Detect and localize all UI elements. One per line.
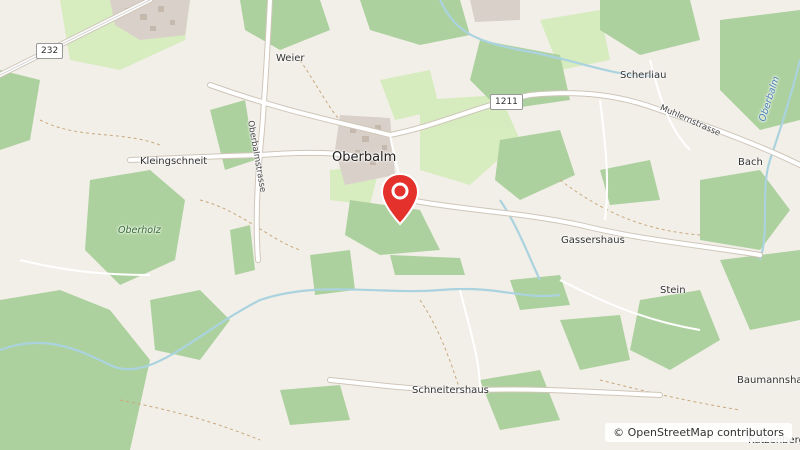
attribution-text: © OpenStreetMap contributors bbox=[613, 426, 784, 439]
place-label-gassershaus: Gassershaus bbox=[561, 235, 625, 246]
map-canvas[interactable]: 232 1211 Weier Scherliau Oberbalm Kleing… bbox=[0, 0, 800, 450]
wood-label-oberholz: Oberholz bbox=[118, 225, 161, 236]
attribution-link[interactable]: © OpenStreetMap contributors bbox=[605, 423, 792, 442]
place-label-weier: Weier bbox=[276, 53, 305, 64]
place-label-oberbalm: Oberbalm bbox=[332, 150, 397, 165]
place-label-kleingschneit: Kleingschneit bbox=[140, 156, 208, 167]
place-label-schneitershaus: Schneitershaus bbox=[412, 385, 489, 396]
place-label-stein: Stein bbox=[660, 285, 686, 296]
place-label-bach: Bach bbox=[738, 157, 763, 168]
road-shield-232: 232 bbox=[36, 43, 64, 59]
place-label-baumannshaus: Baumannsha bbox=[737, 375, 800, 386]
map-pin-icon[interactable] bbox=[379, 172, 421, 228]
road-shield-1211: 1211 bbox=[490, 94, 523, 110]
place-label-scherliau: Scherliau bbox=[620, 70, 667, 81]
